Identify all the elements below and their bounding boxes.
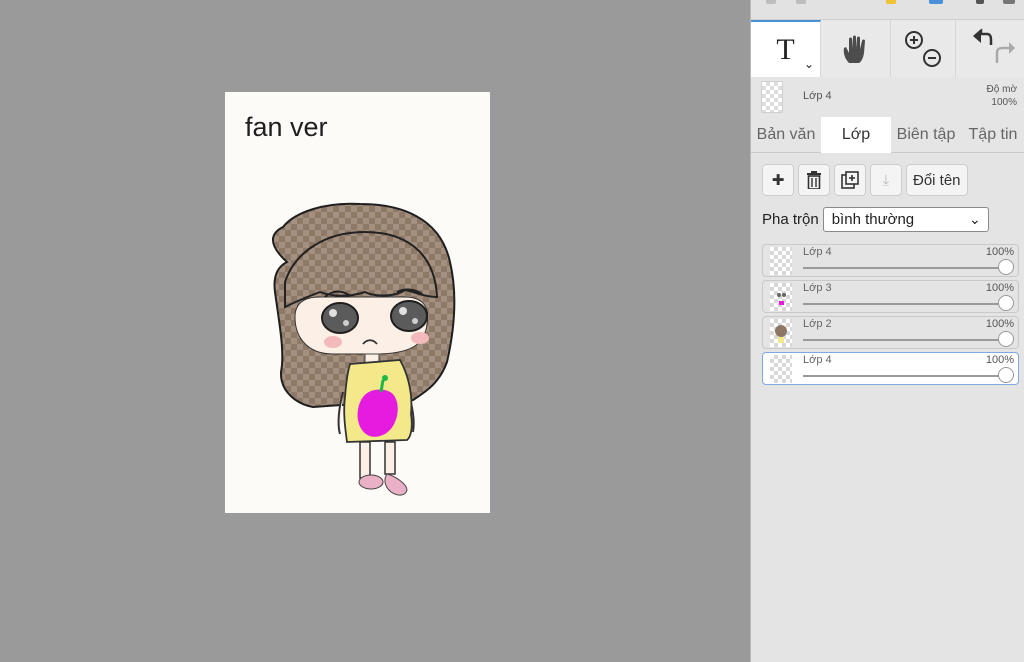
layer-thumbnail (770, 283, 792, 311)
plus-icon: ✚ (771, 172, 785, 189)
opacity-display: Độ mờ 100% (987, 83, 1017, 109)
layer-list: Lớp 4 100% Lớp 3 100% Lớp 2 100% Lớp 4 1… (762, 244, 1019, 388)
slider-knob[interactable] (998, 367, 1014, 383)
text-tool-icon: T (776, 32, 795, 66)
layer-row-2[interactable]: Lớp 3 100% (762, 280, 1019, 313)
layer-opacity: 100% (985, 318, 1014, 330)
top-strip (751, 0, 1024, 20)
duplicate-icon (841, 171, 859, 189)
blend-mode-select[interactable]: bình thường ⌄ (822, 207, 989, 232)
layer-thumbnail (770, 319, 792, 347)
opacity-value: 100% (991, 97, 1017, 108)
layer-opacity-slider[interactable] (803, 339, 1006, 341)
opacity-label: Độ mờ (986, 84, 1017, 95)
merge-down-icon: ⤓ (882, 171, 890, 189)
zoom-icon (905, 30, 941, 67)
layer-row-4[interactable]: Lớp 4 100% (762, 352, 1019, 385)
blend-mode-label: Pha trộn (762, 211, 819, 228)
chevron-down-icon: ⌄ (968, 211, 981, 227)
layer-name: Lớp 4 (803, 354, 832, 366)
slider-knob[interactable] (998, 259, 1014, 275)
rename-layer-button[interactable]: Đổi tên (906, 164, 968, 196)
blend-mode-row: Pha trộn bình thường ⌄ (762, 207, 989, 232)
slider-knob[interactable] (998, 295, 1014, 311)
hand-icon (843, 35, 865, 63)
current-layer-name: Lớp 4 (803, 90, 832, 102)
undo-redo-button[interactable] (956, 20, 1024, 77)
layer-thumbnail (770, 247, 792, 275)
canvas-text-layer[interactable]: fan ver (245, 112, 328, 143)
blend-mode-value: bình thường (831, 211, 915, 228)
trash-icon (807, 171, 821, 189)
layer-name: Lớp 3 (803, 282, 832, 294)
current-layer-thumbnail (761, 81, 783, 113)
layer-opacity-slider[interactable] (803, 303, 1006, 305)
tool-row: T ⌄ (751, 20, 1024, 77)
drawing-canvas[interactable]: fan ver (225, 92, 490, 513)
layer-opacity: 100% (985, 246, 1014, 258)
layer-row-3[interactable]: Lớp 2 100% (762, 316, 1019, 349)
add-layer-button[interactable]: ✚ (762, 164, 794, 196)
merge-down-button[interactable]: ⤓ (870, 164, 902, 196)
text-tool-button[interactable]: T ⌄ (751, 20, 821, 77)
layer-opacity: 100% (985, 354, 1014, 366)
undo-redo-icon (972, 27, 1015, 63)
chevron-down-icon: ⌄ (803, 57, 814, 71)
layer-name: Lớp 2 (803, 318, 832, 330)
layer-row-1[interactable]: Lớp 4 100% (762, 244, 1019, 277)
layer-panel-content: ✚ ⤓ Đổi tên Pha trộn bình thường ⌄ Lớp 4… (751, 154, 1024, 662)
layer-thumbnail (770, 355, 792, 383)
layer-opacity-slider[interactable] (803, 375, 1006, 377)
tab-text[interactable]: Bản văn (751, 117, 821, 153)
layer-opacity-slider[interactable] (803, 267, 1006, 269)
tab-edit[interactable]: Biên tập (891, 117, 961, 153)
layer-name: Lớp 4 (803, 246, 832, 258)
delete-layer-button[interactable] (798, 164, 830, 196)
hand-tool-button[interactable] (821, 20, 891, 77)
current-layer-info: Lớp 4 Độ mờ 100% (751, 78, 1024, 116)
right-panel: T ⌄ Lớp 4 Độ mờ 100% Bản văn Lớp Biên tậ… (750, 0, 1024, 662)
layer-actions: ✚ ⤓ Đổi tên (762, 164, 968, 196)
layer-opacity: 100% (985, 282, 1014, 294)
tab-file[interactable]: Tập tin (961, 117, 1024, 153)
tab-layer[interactable]: Lớp (821, 117, 891, 153)
duplicate-layer-button[interactable] (834, 164, 866, 196)
panel-tabs: Bản văn Lớp Biên tập Tập tin (751, 117, 1024, 153)
zoom-tool-button[interactable] (891, 20, 956, 77)
slider-knob[interactable] (998, 331, 1014, 347)
canvas-workspace[interactable]: fan ver (0, 0, 750, 662)
chibi-drawing (272, 202, 456, 496)
